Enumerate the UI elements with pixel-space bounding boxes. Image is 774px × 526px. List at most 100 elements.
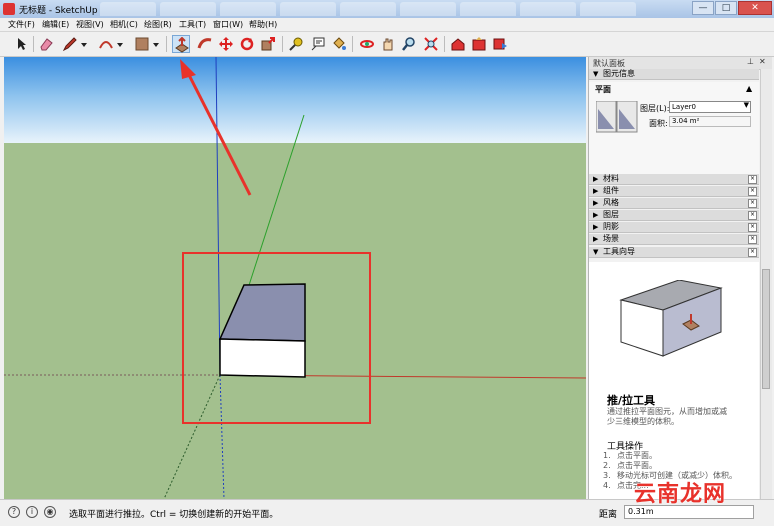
menu-edit[interactable]: 编辑(E) xyxy=(42,19,69,30)
push-pull-tool-button[interactable] xyxy=(172,35,190,53)
annotation-arrow-head xyxy=(180,59,196,79)
box-front-face xyxy=(219,338,306,378)
expand-triangle-icon: ▶ xyxy=(593,175,599,183)
tray-instructor[interactable]: ▼ 工具向导 × xyxy=(589,247,759,258)
panel-scrollbar[interactable] xyxy=(760,69,772,499)
pan-tool-button[interactable] xyxy=(379,35,397,53)
toolbar-separator xyxy=(166,36,167,52)
maximize-button[interactable]: □ xyxy=(715,1,737,15)
blue-axis-dotted xyxy=(219,374,225,499)
tray-materials[interactable]: ▶ 材料 × xyxy=(589,174,759,185)
entity-type-label: 平面 xyxy=(595,85,611,94)
distance-label: 距离 xyxy=(599,510,618,520)
follow-me-tool-button[interactable] xyxy=(196,35,214,53)
line-tool-button[interactable] xyxy=(61,35,79,53)
panel-close-icon[interactable]: ✕ xyxy=(759,57,766,66)
arc-icon xyxy=(99,41,113,49)
menu-tools[interactable]: 工具(T) xyxy=(179,19,206,30)
help-icon[interactable]: ◉ xyxy=(44,506,56,518)
menu-draw[interactable]: 绘图(R) xyxy=(144,19,172,30)
entity-info-body: 平面 ▲ 图层(L): Layer0 ▼ 面积: 3.04 m² xyxy=(589,82,759,180)
toolbar-separator xyxy=(33,36,34,52)
orbit-tool-button[interactable] xyxy=(358,35,376,53)
tray-shadows[interactable]: ▶ 阴影 × xyxy=(589,222,759,233)
zoom-extents-tool-button[interactable] xyxy=(422,35,440,53)
tray-close-icon[interactable]: × xyxy=(748,175,757,184)
menu-window[interactable]: 窗口(W) xyxy=(213,19,243,30)
tray-components[interactable]: ▶ 组件 × xyxy=(589,186,759,197)
push-pull-icon xyxy=(175,37,189,53)
menu-file[interactable]: 文件(F) xyxy=(8,19,35,30)
expand-triangle-icon: ▶ xyxy=(593,199,599,207)
warehouse-button[interactable] xyxy=(449,35,467,53)
scale-tool-button[interactable] xyxy=(259,35,277,53)
select-tool-button[interactable] xyxy=(12,35,30,53)
text-tool-button[interactable] xyxy=(309,35,327,53)
menu-view[interactable]: 视图(V) xyxy=(76,19,104,30)
menu-bar: 文件(F) 编辑(E) 视图(V) 相机(C) 绘图(R) 工具(T) 窗口(W… xyxy=(0,18,774,32)
tray-scenes[interactable]: ▶ 场景 × xyxy=(589,234,759,245)
blue-axis xyxy=(215,57,221,376)
menu-help[interactable]: 帮助(H) xyxy=(249,19,277,30)
expand-triangle-icon: ▶ xyxy=(593,187,599,195)
tray-close-icon[interactable]: × xyxy=(748,187,757,196)
background-tab xyxy=(580,2,636,16)
minimize-button[interactable]: — xyxy=(692,1,714,15)
tray-close-icon[interactable]: × xyxy=(748,248,757,257)
close-button[interactable]: ✕ xyxy=(738,1,772,15)
tray-label: 图元信息 xyxy=(603,69,635,78)
push-pull-illustration xyxy=(619,280,723,357)
move-icon xyxy=(219,37,233,51)
chevron-down-icon: ▼ xyxy=(743,101,749,109)
tray-close-icon[interactable]: × xyxy=(748,199,757,208)
paint-bucket-icon xyxy=(333,37,346,50)
shape-tool-dropdown[interactable] xyxy=(151,35,161,53)
instructor-step: 1. 点击平面。 xyxy=(603,451,657,460)
zoom-tool-button[interactable] xyxy=(400,35,418,53)
menu-camera[interactable]: 相机(C) xyxy=(110,19,138,30)
tray-close-icon[interactable]: × xyxy=(748,235,757,244)
pencil-line-icon xyxy=(62,37,77,52)
tray-close-icon[interactable]: × xyxy=(748,223,757,232)
instructor-tool-name: 推/拉工具 xyxy=(607,394,656,407)
credits-icon[interactable]: i xyxy=(26,506,38,518)
text-label-icon xyxy=(311,37,325,51)
tray-label: 风格 xyxy=(603,198,619,207)
entity-detail-icon[interactable]: ▲ xyxy=(746,84,752,93)
expand-triangle-icon: ▶ xyxy=(593,211,599,219)
background-tab xyxy=(100,2,156,16)
arc-tool-dropdown[interactable] xyxy=(115,35,125,53)
toolbar-separator xyxy=(444,36,445,52)
chevron-down-icon xyxy=(81,43,87,47)
material-swatch-icon[interactable] xyxy=(596,101,638,133)
modeling-viewport[interactable] xyxy=(4,57,586,499)
pin-icon[interactable]: ⊥ xyxy=(747,57,754,66)
toolbar-separator xyxy=(352,36,353,52)
tray-close-icon[interactable]: × xyxy=(748,211,757,220)
geolocation-icon[interactable]: ? xyxy=(8,506,20,518)
rotate-tool-button[interactable] xyxy=(238,35,256,53)
layer-select[interactable]: Layer0 ▼ xyxy=(669,101,751,113)
paint-bucket-tool-button[interactable] xyxy=(330,35,348,53)
tray-layers[interactable]: ▶ 图层 × xyxy=(589,210,759,221)
shape-tool-button[interactable] xyxy=(133,35,151,53)
share-model-icon xyxy=(472,37,486,51)
share-model-button[interactable] xyxy=(470,35,488,53)
tape-measure-icon xyxy=(289,37,303,51)
eraser-tool-button[interactable] xyxy=(37,35,55,53)
tray-styles[interactable]: ▶ 风格 × xyxy=(589,198,759,209)
follow-me-icon xyxy=(197,38,212,49)
main-toolbar xyxy=(0,32,774,57)
collapse-triangle-icon: ▼ xyxy=(593,248,599,256)
move-tool-button[interactable] xyxy=(217,35,235,53)
layer-value: Layer0 xyxy=(672,103,696,111)
select-arrow-icon xyxy=(18,38,26,50)
components-button[interactable] xyxy=(491,35,509,53)
line-tool-dropdown[interactable] xyxy=(79,35,89,53)
expand-triangle-icon: ▶ xyxy=(593,223,599,231)
scale-icon xyxy=(261,37,275,51)
scrollbar-thumb[interactable] xyxy=(762,269,770,389)
arc-tool-button[interactable] xyxy=(97,35,115,53)
tape-measure-tool-button[interactable] xyxy=(287,35,305,53)
tray-entity-info[interactable]: ▼ 图元信息 xyxy=(589,69,759,80)
